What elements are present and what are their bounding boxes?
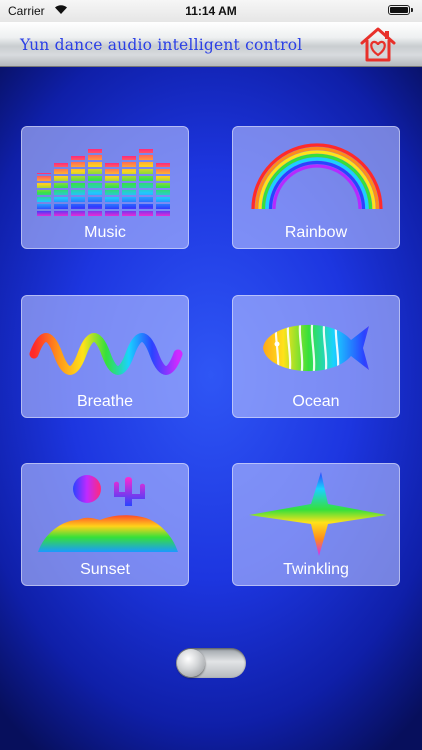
toggle-knob[interactable] — [177, 649, 205, 677]
mode-label-twinkling: Twinkling — [283, 561, 349, 578]
battery-icon — [388, 5, 413, 15]
star-icon — [249, 472, 387, 556]
mode-tile-sunset[interactable]: Sunset — [21, 463, 189, 586]
nav-bar: Yun dance audio intelligent control — [0, 22, 422, 67]
rainbow-icon — [251, 143, 383, 210]
page-title: Yun dance audio intelligent control — [20, 36, 303, 54]
mode-label-music: Music — [84, 224, 126, 241]
power-toggle[interactable] — [176, 648, 246, 678]
mode-label-sunset: Sunset — [80, 561, 130, 578]
desert-sunset-icon — [38, 475, 178, 552]
mode-label-rainbow: Rainbow — [284, 224, 348, 241]
equalizer-icon — [37, 149, 170, 217]
mode-tile-music[interactable]: Music — [21, 126, 189, 249]
mode-tile-twinkling[interactable]: Twinkling — [232, 463, 400, 586]
status-time: 11:14 AM — [185, 4, 237, 18]
mode-label-ocean: Ocean — [292, 393, 340, 410]
mode-label-breathe: Breathe — [76, 393, 134, 410]
wave-icon — [29, 333, 183, 375]
mode-tile-ocean[interactable]: Ocean — [232, 295, 400, 418]
status-bar: Carrier 11:14 AM — [0, 0, 422, 22]
home-heart-icon[interactable] — [358, 24, 398, 64]
mode-tile-breathe[interactable]: Breathe — [21, 295, 189, 418]
mode-tile-rainbow[interactable]: Rainbow — [232, 126, 400, 249]
fish-icon — [263, 324, 369, 372]
